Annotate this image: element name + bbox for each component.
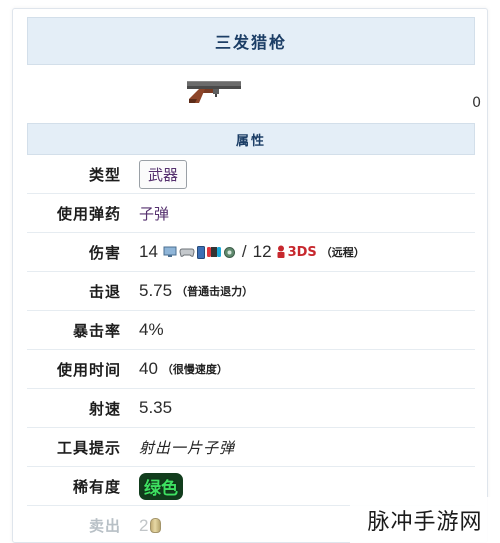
row-label: 类型 <box>88 165 121 184</box>
tooltip-value: 射出一片子弹 <box>139 438 236 457</box>
platform-icons <box>163 245 236 259</box>
section-title: 属性 <box>235 133 266 149</box>
crit-value: 4% <box>139 320 164 339</box>
page-background: 三发猎枪 0 属性 类型 武器 使用弹药 子弹 伤害 14 / 12 3DS （… <box>0 0 500 543</box>
row-label: 稀有度 <box>72 477 121 496</box>
damage-separator: / <box>241 242 247 261</box>
attribute-table: 类型 武器 使用弹药 子弹 伤害 14 / 12 3DS （远程） 击退 5.7… <box>27 155 475 543</box>
knockback-note: （普通击退力） <box>176 285 254 298</box>
row-tooltip: 工具提示 射出一片子弹 <box>27 428 475 467</box>
row-ammo: 使用弹药 子弹 <box>27 194 475 233</box>
switch-icon <box>206 247 221 257</box>
knockback-value: 5.75 <box>139 281 173 300</box>
gamepad-icon <box>179 248 195 257</box>
3ds-badge: 3DS <box>276 245 317 260</box>
velocity-value: 5.35 <box>139 398 173 417</box>
row-label: 工具提示 <box>56 438 121 457</box>
damage-value-3ds: 12 <box>252 242 272 261</box>
row-value: 5.75 （普通击退力） <box>127 272 475 310</box>
row-value: 子弹 <box>127 194 475 232</box>
rarity-badge[interactable]: 绿色 <box>139 472 183 500</box>
row-label: 击退 <box>88 282 121 301</box>
row-label: 射速 <box>88 399 121 418</box>
row-value: 射出一片子弹 <box>127 428 475 466</box>
row-knockback: 击退 5.75 （普通击退力） <box>27 272 475 311</box>
row-value: 40 （很慢速度） <box>127 350 475 388</box>
damage-value: 14 <box>139 242 158 261</box>
row-label: 伤害 <box>88 243 121 262</box>
row-crit-chance: 暴击率 4% <box>27 311 475 350</box>
row-type: 类型 武器 <box>27 155 475 194</box>
infobox-card: 三发猎枪 0 属性 类型 武器 使用弹药 子弹 伤害 14 / 12 3DS （… <box>12 8 488 543</box>
infobox-title-bar: 三发猎枪 <box>27 17 475 65</box>
shotgun-icon <box>187 81 241 103</box>
type-tag-link[interactable]: 武器 <box>139 159 188 189</box>
row-value: 5.35 <box>127 389 475 427</box>
gear-icon <box>223 246 235 258</box>
watermark: 脉冲手游网 <box>350 497 500 543</box>
row-label: 使用时间 <box>56 360 121 379</box>
row-use-time: 使用时间 40 （很慢速度） <box>27 350 475 389</box>
row-velocity: 射速 5.35 <box>27 389 475 428</box>
use-time-note: （很慢速度） <box>161 363 228 376</box>
edge-glyph: 0 <box>472 95 481 111</box>
damage-note: （远程） <box>320 246 365 259</box>
item-image-area: 0 <box>27 65 481 123</box>
row-label: 卖出 <box>88 517 121 535</box>
row-value: 4% <box>127 311 475 349</box>
desktop-icon <box>163 246 177 257</box>
row-label: 暴击率 <box>72 321 121 340</box>
row-value: 武器 <box>127 155 475 193</box>
row-damage: 伤害 14 / 12 3DS （远程） <box>27 233 475 272</box>
row-label: 使用弹药 <box>56 204 121 223</box>
gold-coin-icon <box>150 518 162 533</box>
3ds-icon <box>277 245 285 258</box>
row-value: 14 / 12 3DS （远程） <box>127 233 475 271</box>
ammo-link[interactable]: 子弹 <box>139 203 169 224</box>
sell-value: 2 <box>139 515 149 535</box>
mobile-icon <box>196 245 205 259</box>
item-title: 三发猎枪 <box>214 33 287 52</box>
use-time-value: 40 <box>139 359 158 378</box>
watermark-text: 脉冲手游网 <box>367 510 483 535</box>
3ds-label: 3DS <box>287 244 317 260</box>
section-header-attributes: 属性 <box>27 123 475 155</box>
